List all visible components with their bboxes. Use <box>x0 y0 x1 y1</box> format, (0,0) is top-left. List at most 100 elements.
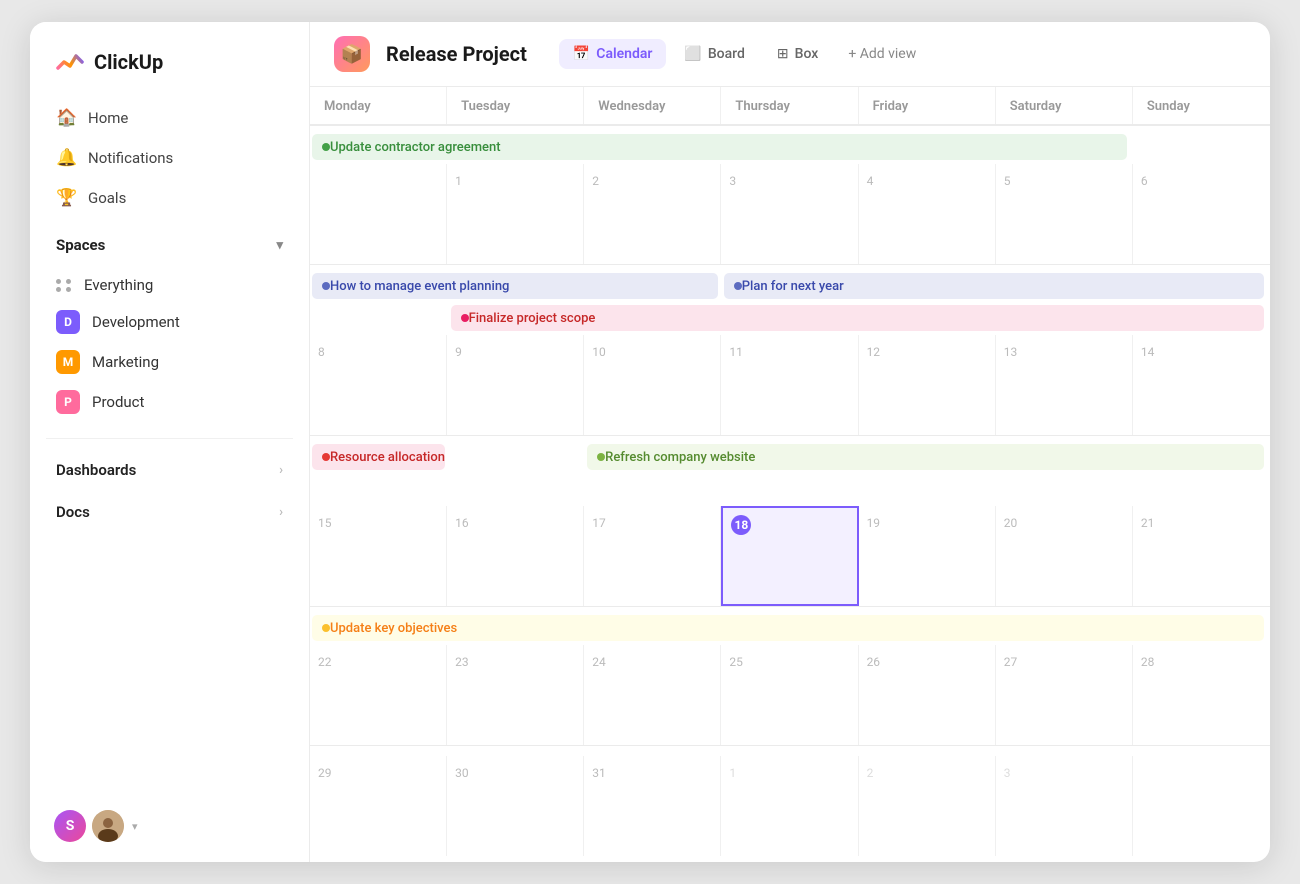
event-update-contractor[interactable]: Update contractor agreement <box>312 134 1127 160</box>
event-update-objectives[interactable]: Update key objectives <box>312 615 1264 641</box>
day-cell[interactable]: 6 <box>1133 164 1270 264</box>
day-number: 17 <box>592 516 606 530</box>
logo-area: ClickUp <box>30 22 309 98</box>
day-cell[interactable]: 26 <box>859 645 996 745</box>
day-cell[interactable]: 12 <box>859 335 996 435</box>
day-cell[interactable]: 17 <box>584 506 721 606</box>
calendar-week-5: 29 30 31 1 2 3 <box>310 746 1270 856</box>
day-cell[interactable]: 19 <box>859 506 996 606</box>
day-cell[interactable]: 10 <box>584 335 721 435</box>
day-cell[interactable]: 31 <box>584 756 721 856</box>
day-cell[interactable]: 2 <box>859 756 996 856</box>
event-label: Update contractor agreement <box>330 140 501 155</box>
day-cell[interactable]: 1 <box>447 164 584 264</box>
day-cell[interactable]: 15 <box>310 506 447 606</box>
day-number: 5 <box>1004 174 1011 188</box>
day-cell[interactable]: 22 <box>310 645 447 745</box>
day-cell[interactable]: 23 <box>447 645 584 745</box>
event-dot <box>322 624 330 632</box>
space-everything[interactable]: Everything <box>42 268 297 302</box>
event-label: Resource allocation <box>330 450 445 465</box>
day-number: 10 <box>592 345 606 359</box>
day-cell[interactable]: 29 <box>310 756 447 856</box>
nav-notifications[interactable]: 🔔 Notifications <box>42 138 297 178</box>
day-cell[interactable]: 30 <box>447 756 584 856</box>
add-view-button[interactable]: + Add view <box>836 39 928 69</box>
box-tab-icon: ⊞ <box>777 46 789 62</box>
avatar-caret-icon[interactable]: ▾ <box>132 820 138 833</box>
day-cell[interactable]: 13 <box>996 335 1133 435</box>
day-cell[interactable]: 27 <box>996 645 1133 745</box>
day-cell[interactable]: 11 <box>721 335 858 435</box>
calendar-week-2: How to manage event planning Plan for ne… <box>310 265 1270 436</box>
dashboards-item[interactable]: Dashboards › <box>30 449 309 491</box>
event-how-to-manage[interactable]: How to manage event planning <box>312 273 718 299</box>
sidebar: ClickUp 🏠 Home 🔔 Notifications 🏆 Goals S… <box>30 22 310 862</box>
day-cell[interactable]: 16 <box>447 506 584 606</box>
event-label: Plan for next year <box>742 279 844 294</box>
day-header-wednesday: Wednesday <box>584 87 721 124</box>
user-photo-svg <box>92 810 124 842</box>
day-number: 13 <box>1004 345 1018 359</box>
docs-item[interactable]: Docs › <box>30 491 309 533</box>
event-resource-allocation[interactable]: Resource allocation <box>312 444 445 470</box>
calendar-week-1: Update contractor agreement 1 2 3 4 5 6 <box>310 126 1270 265</box>
calendar-week-4: Update key objectives 22 23 24 25 26 27 … <box>310 607 1270 746</box>
day-cell[interactable]: 3 <box>721 164 858 264</box>
day-cell[interactable]: 14 <box>1133 335 1270 435</box>
event-dot <box>461 314 469 322</box>
day-cell[interactable]: 28 <box>1133 645 1270 745</box>
nav-notifications-label: Notifications <box>88 149 173 167</box>
day-header-sunday: Sunday <box>1133 87 1270 124</box>
week-1-days: 1 2 3 4 5 6 <box>310 164 1270 264</box>
day-number: 30 <box>455 766 469 780</box>
day-number: 1 <box>729 766 736 780</box>
nav-home[interactable]: 🏠 Home <box>42 98 297 138</box>
day-header-saturday: Saturday <box>996 87 1133 124</box>
day-cell[interactable]: 2 <box>584 164 721 264</box>
day-number: 25 <box>729 655 743 669</box>
calendar-tab-icon: 📅 <box>573 46 590 62</box>
board-tab-label: Board <box>708 46 745 62</box>
tab-calendar[interactable]: 📅 Calendar <box>559 39 667 69</box>
day-number: 3 <box>729 174 736 188</box>
day-cell[interactable]: 21 <box>1133 506 1270 606</box>
spaces-chevron-icon[interactable]: ▾ <box>276 238 283 253</box>
day-cell[interactable]: 4 <box>859 164 996 264</box>
event-refresh-website[interactable]: Refresh company website <box>587 444 1264 470</box>
day-cell[interactable]: 8 <box>310 335 447 435</box>
home-icon: 🏠 <box>56 108 76 128</box>
nav-goals[interactable]: 🏆 Goals <box>42 178 297 218</box>
day-cell[interactable] <box>310 164 447 264</box>
development-badge: D <box>56 310 80 334</box>
day-number: 26 <box>867 655 881 669</box>
space-development-label: Development <box>92 313 180 331</box>
event-label: Finalize project scope <box>469 311 596 326</box>
tab-board[interactable]: ⬜ Board <box>670 39 758 69</box>
add-view-label: + Add view <box>848 46 916 62</box>
day-cell[interactable]: 1 <box>721 756 858 856</box>
event-finalize-scope[interactable]: Finalize project scope <box>451 305 1264 331</box>
event-plan-next-year[interactable]: Plan for next year <box>724 273 1264 299</box>
day-cell[interactable]: 24 <box>584 645 721 745</box>
day-cell[interactable] <box>1133 756 1270 856</box>
day-number: 27 <box>1004 655 1018 669</box>
day-cell[interactable]: 9 <box>447 335 584 435</box>
event-label: Update key objectives <box>330 621 457 636</box>
day-cell-today[interactable]: 18 <box>721 506 858 606</box>
space-marketing-label: Marketing <box>92 353 159 371</box>
calendar-tab-label: Calendar <box>596 46 652 62</box>
event-dot <box>322 453 330 461</box>
day-cell[interactable]: 5 <box>996 164 1133 264</box>
space-development[interactable]: D Development <box>42 302 297 342</box>
tab-box[interactable]: ⊞ Box <box>763 39 832 69</box>
docs-chevron-icon: › <box>279 505 283 520</box>
day-cell[interactable]: 25 <box>721 645 858 745</box>
space-product[interactable]: P Product <box>42 382 297 422</box>
space-everything-label: Everything <box>84 276 153 294</box>
day-cell[interactable]: 20 <box>996 506 1133 606</box>
event-label: Refresh company website <box>605 450 755 465</box>
day-cell[interactable]: 3 <box>996 756 1133 856</box>
space-marketing[interactable]: M Marketing <box>42 342 297 382</box>
day-number: 15 <box>318 516 332 530</box>
